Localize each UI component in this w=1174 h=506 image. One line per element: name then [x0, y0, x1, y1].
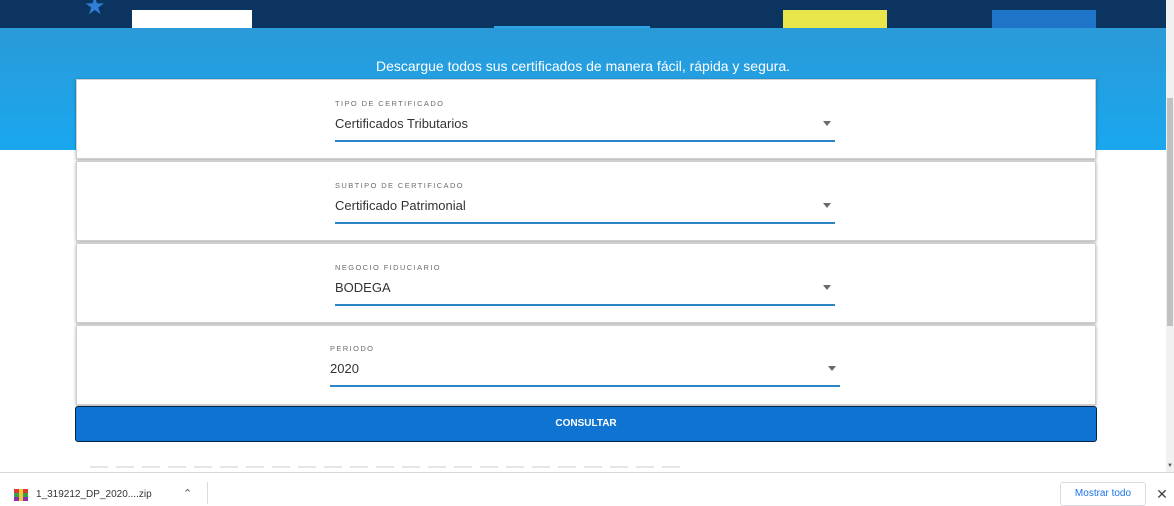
- faint-footer-text: [90, 466, 680, 468]
- caret-down-icon[interactable]: [828, 366, 836, 371]
- close-icon[interactable]: ✕: [1154, 484, 1170, 504]
- nav-item-white[interactable]: [132, 10, 252, 28]
- field-label: PERIODO: [330, 344, 375, 353]
- field-underline: [335, 140, 835, 142]
- form-card-tipo: TIPO DE CERTIFICADO Certificados Tributa…: [76, 79, 1096, 159]
- field-value: BODEGA: [335, 280, 391, 295]
- field-underline: [335, 304, 835, 306]
- scroll-down-arrow-icon[interactable]: ▼: [1166, 460, 1174, 472]
- field-underline: [330, 385, 840, 387]
- zip-archive-icon: [14, 489, 28, 501]
- download-bar: [0, 472, 1174, 506]
- star-logo-icon[interactable]: ★: [84, 0, 112, 19]
- caret-down-icon[interactable]: [823, 121, 831, 126]
- field-value: 2020: [330, 361, 359, 376]
- download-divider: [207, 482, 208, 504]
- field-value: Certificados Tributarios: [335, 116, 468, 131]
- form-card-periodo: PERIODO 2020: [76, 325, 1096, 405]
- chevron-up-icon[interactable]: ⌃: [183, 487, 192, 500]
- caret-down-icon[interactable]: [823, 285, 831, 290]
- download-file-name[interactable]: 1_319212_DP_2020....zip: [36, 489, 152, 500]
- field-underline: [335, 222, 835, 224]
- show-all-button[interactable]: Mostrar todo: [1060, 482, 1146, 506]
- field-label: TIPO DE CERTIFICADO: [335, 99, 445, 108]
- consultar-button[interactable]: CONSULTAR: [75, 406, 1097, 442]
- form-card-subtipo: SUBTIPO DE CERTIFICADO Certificado Patri…: [76, 161, 1096, 241]
- field-label: NEGOCIO FIDUCIARIO: [335, 263, 442, 272]
- nav-item-blue[interactable]: [992, 10, 1096, 28]
- nav-item-yellow[interactable]: [783, 10, 887, 28]
- top-navigation-bar: ★: [0, 0, 1174, 28]
- scrollbar-thumb[interactable]: [1167, 98, 1173, 326]
- field-label: SUBTIPO DE CERTIFICADO: [335, 181, 465, 190]
- hero-tagline: Descargue todos sus certificados de mane…: [376, 58, 790, 74]
- form-card-negocio: NEGOCIO FIDUCIARIO BODEGA: [76, 243, 1096, 323]
- field-value: Certificado Patrimonial: [335, 198, 466, 213]
- caret-down-icon[interactable]: [823, 203, 831, 208]
